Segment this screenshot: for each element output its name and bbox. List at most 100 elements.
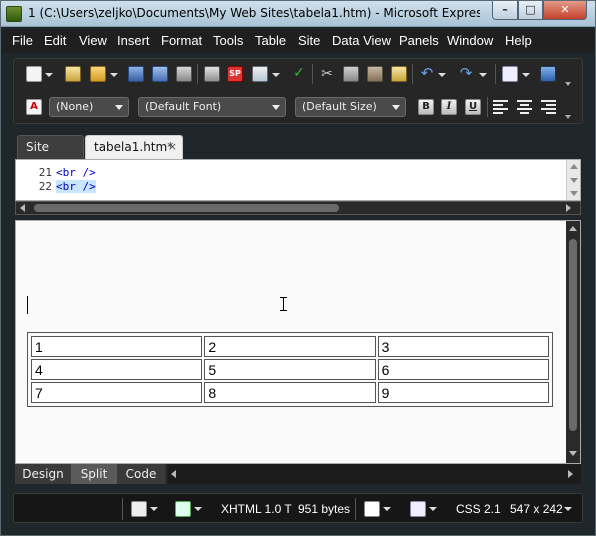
find-binoculars-icon[interactable] <box>176 66 192 82</box>
doctype-status[interactable]: XHTML 1.0 T <box>221 502 292 516</box>
table-cell[interactable]: 7 <box>31 382 203 403</box>
table-cell[interactable]: 6 <box>377 359 549 380</box>
menu-data-view[interactable]: Data View <box>332 33 391 48</box>
scrollbar-thumb[interactable] <box>34 204 339 212</box>
open-dropdown-arrow-icon[interactable] <box>110 73 118 77</box>
style-combo[interactable]: (None) <box>49 97 129 117</box>
open-site-icon[interactable] <box>65 66 81 82</box>
code-horizontal-scrollbar[interactable] <box>15 201 581 215</box>
css-version-status[interactable]: CSS 2.1 <box>456 502 501 516</box>
close-window-button[interactable]: ✕ <box>543 1 587 20</box>
table-cell[interactable]: 3 <box>377 336 549 357</box>
insert-table-dropdown-arrow-icon[interactable] <box>522 73 530 77</box>
scroll-right-icon[interactable] <box>568 470 573 478</box>
scroll-up-icon[interactable] <box>569 226 577 231</box>
code-vertical-scrollbar[interactable] <box>566 160 580 200</box>
expression-web-app-icon[interactable] <box>6 6 22 22</box>
apply-styles-icon[interactable]: A <box>26 99 42 115</box>
open-folder-icon[interactable] <box>90 66 106 82</box>
menu-panels[interactable]: Panels <box>399 33 439 48</box>
code-line[interactable]: 21 <br /> <box>16 166 96 179</box>
scroll-up-icon[interactable] <box>570 164 578 169</box>
tab-site-view[interactable]: Site View <box>17 135 84 176</box>
tab-split[interactable]: Split <box>71 464 117 484</box>
tab-tabela1-htm[interactable]: tabela1.htm* × <box>85 135 183 159</box>
align-right-icon[interactable] <box>541 100 556 114</box>
align-left-icon[interactable] <box>493 100 508 114</box>
menu-help[interactable]: Help <box>505 33 532 48</box>
menu-view[interactable]: View <box>79 33 107 48</box>
close-tab-icon[interactable]: × <box>168 136 177 158</box>
spelling-check-icon[interactable]: ✓ <box>291 66 307 82</box>
maximize-button[interactable]: □ <box>518 1 543 20</box>
new-dropdown-arrow-icon[interactable] <box>45 73 53 77</box>
format-painter-icon[interactable] <box>391 66 407 82</box>
menu-site[interactable]: Site <box>298 33 320 48</box>
table-cell[interactable]: 1 <box>31 336 203 357</box>
menu-table[interactable]: Table <box>255 33 286 48</box>
table-cell[interactable]: 8 <box>204 382 376 403</box>
table-cell[interactable]: 5 <box>204 359 376 380</box>
schema-icon[interactable] <box>410 501 426 517</box>
code-line[interactable]: 22 <br /> <box>16 180 96 193</box>
menu-format[interactable]: Format <box>161 33 202 48</box>
underline-button[interactable]: U <box>465 99 481 115</box>
insert-table-icon[interactable] <box>502 66 518 82</box>
design-vertical-scrollbar[interactable] <box>566 221 580 463</box>
scroll-down-icon[interactable] <box>570 191 578 196</box>
design-horizontal-scrollbar[interactable] <box>167 464 581 484</box>
copy-icon[interactable] <box>343 66 359 82</box>
align-center-icon[interactable] <box>517 100 532 114</box>
menu-tools[interactable]: Tools <box>213 33 243 48</box>
insert-layer-icon[interactable] <box>540 66 556 82</box>
dimensions-status[interactable]: 547 x 242 <box>510 502 563 516</box>
scroll-left-icon[interactable] <box>171 470 176 478</box>
scroll-down-icon[interactable] <box>570 178 578 183</box>
design-pane[interactable]: 1 2 3 4 5 6 7 8 9 <box>15 220 581 464</box>
scroll-right-icon[interactable] <box>566 204 571 212</box>
page-size-icon[interactable] <box>364 501 380 517</box>
table-cell[interactable]: 9 <box>377 382 549 403</box>
save-icon[interactable] <box>128 66 144 82</box>
scrollbar-thumb[interactable] <box>569 239 577 431</box>
style-application-icon[interactable] <box>175 501 191 517</box>
undo-dropdown-arrow-icon[interactable] <box>438 73 446 77</box>
new-page-icon[interactable] <box>26 66 42 82</box>
paste-icon[interactable] <box>367 66 383 82</box>
visual-aids-icon[interactable] <box>131 501 147 517</box>
menu-window[interactable]: Window <box>447 33 493 48</box>
toolbar-overflow-chevron-icon[interactable] <box>565 115 571 119</box>
italic-button[interactable]: I <box>441 99 457 115</box>
dimensions-dropdown-arrow-icon[interactable] <box>564 507 572 511</box>
preview-dropdown-arrow-icon[interactable] <box>272 73 280 77</box>
sharepoint-icon[interactable]: SP <box>227 66 243 82</box>
undo-icon[interactable]: ↶ <box>419 66 435 82</box>
menu-insert[interactable]: Insert <box>117 33 150 48</box>
bold-button[interactable]: B <box>418 99 434 115</box>
html-table[interactable]: 1 2 3 4 5 6 7 8 9 <box>27 332 553 407</box>
tab-code[interactable]: Code <box>117 464 165 484</box>
tab-design[interactable]: Design <box>15 464 71 484</box>
code-pane[interactable]: 21 <br /> 22 <br /> <box>15 159 581 201</box>
style-application-dropdown-arrow-icon[interactable] <box>194 507 202 511</box>
print-icon[interactable] <box>204 66 220 82</box>
page-size-dropdown-arrow-icon[interactable] <box>383 507 391 511</box>
font-combo[interactable]: (Default Font) <box>138 97 286 117</box>
visual-aids-dropdown-arrow-icon[interactable] <box>150 507 158 511</box>
cut-scissors-icon[interactable]: ✂ <box>319 66 335 82</box>
preview-in-browser-icon[interactable] <box>252 66 268 82</box>
redo-icon[interactable]: ↷ <box>458 66 474 82</box>
title-bar[interactable]: 1 (C:\Users\zeljko\Documents\My Web Site… <box>1 1 595 27</box>
save-all-icon[interactable] <box>152 66 168 82</box>
menu-file[interactable]: File <box>12 33 33 48</box>
redo-dropdown-arrow-icon[interactable] <box>479 73 487 77</box>
scroll-down-icon[interactable] <box>569 451 577 456</box>
scroll-left-icon[interactable] <box>20 204 25 212</box>
table-cell[interactable]: 4 <box>31 359 203 380</box>
table-cell[interactable]: 2 <box>204 336 376 357</box>
toolbar-overflow-chevron-icon[interactable] <box>565 82 571 86</box>
minimize-button[interactable]: – <box>492 1 518 20</box>
size-combo[interactable]: (Default Size) <box>295 97 406 117</box>
menu-edit[interactable]: Edit <box>44 33 66 48</box>
schema-dropdown-arrow-icon[interactable] <box>429 507 437 511</box>
